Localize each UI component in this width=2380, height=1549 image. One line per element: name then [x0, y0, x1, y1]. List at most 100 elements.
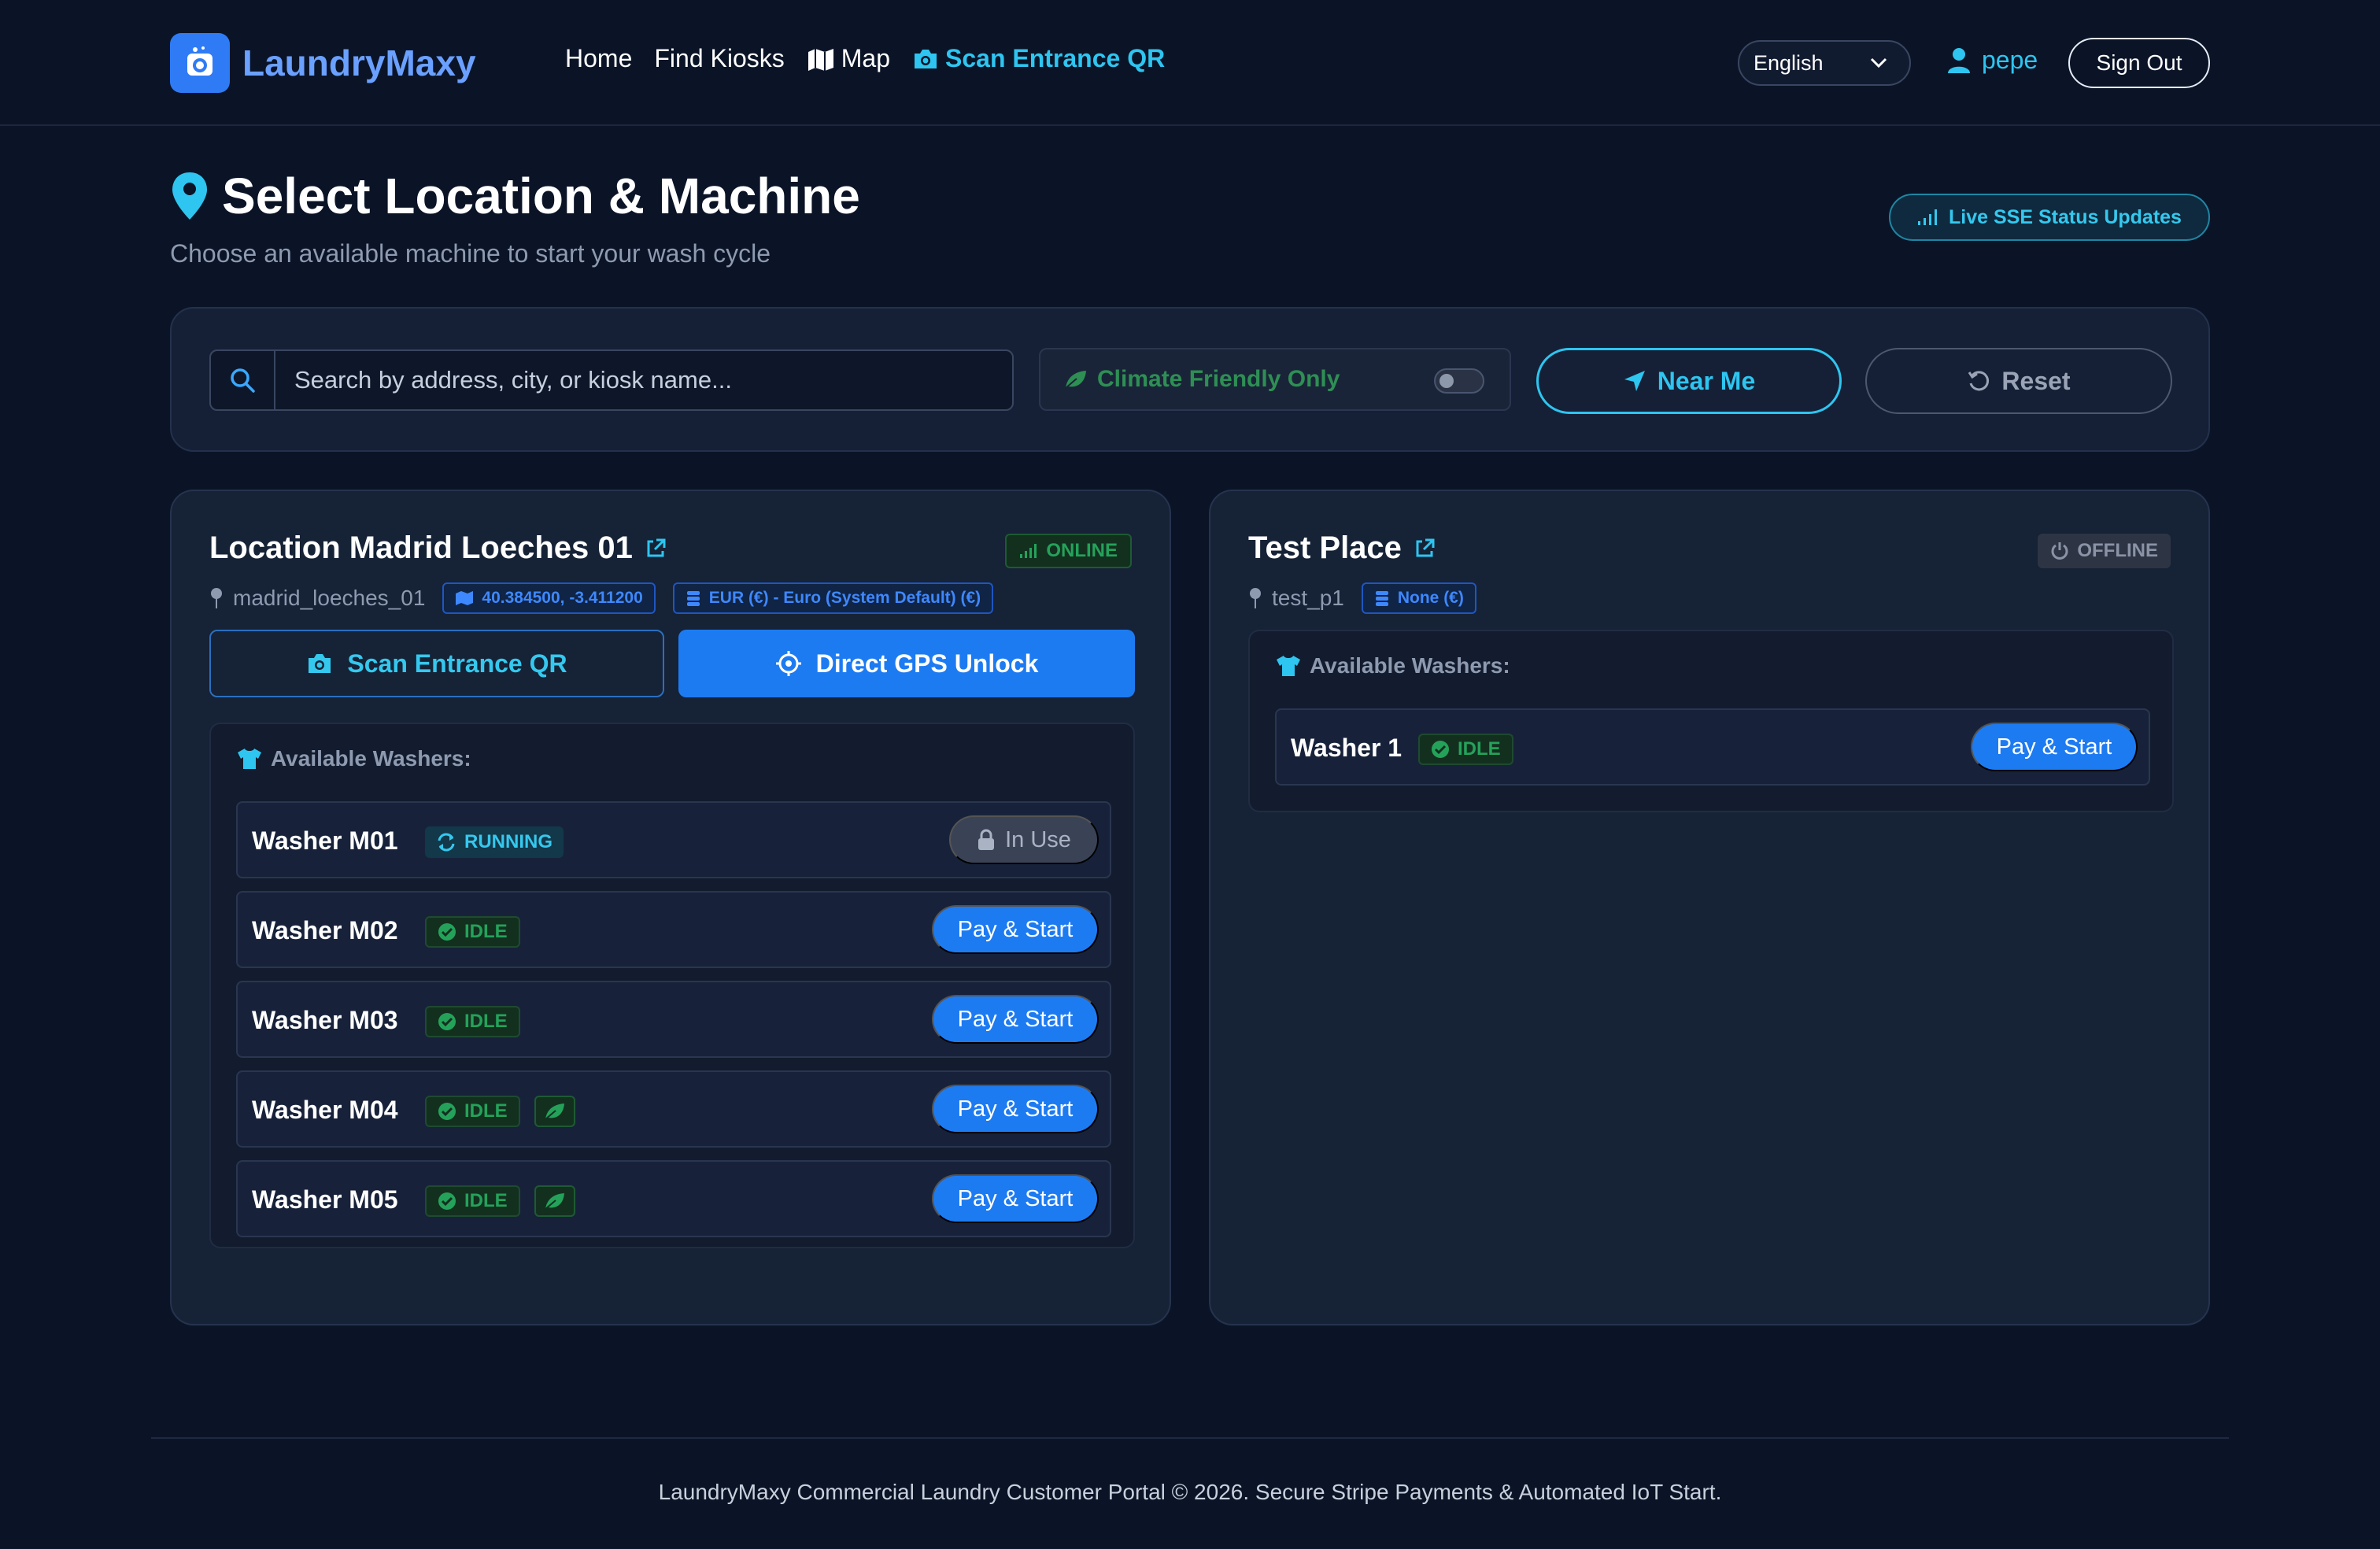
in-use-label: In Use	[1005, 826, 1071, 852]
status-badge-running: RUNNING	[425, 826, 564, 858]
pay-and-start-button[interactable]: Pay & Start	[932, 1174, 1099, 1223]
language-select[interactable]: English	[1738, 40, 1911, 86]
pay-and-start-button[interactable]: Pay & Start	[932, 995, 1099, 1044]
camera-icon	[915, 49, 937, 68]
top-navbar: LaundryMaxy Home Find Kiosks Map Scan En…	[0, 0, 2380, 126]
map-icon	[808, 48, 833, 71]
coins-icon	[1375, 591, 1388, 606]
leaf-icon	[1065, 371, 1086, 389]
washer-row: Washer M05 IDLE Pay & Start	[236, 1160, 1111, 1237]
location-arrow-icon	[1624, 371, 1645, 391]
washer-row: Washer 1 IDLE Pay & Start	[1275, 708, 2150, 786]
page-subtitle: Choose an available machine to start you…	[170, 239, 771, 268]
brand[interactable]: LaundryMaxy	[170, 33, 476, 93]
direct-gps-unlock-label: Direct GPS Unlock	[815, 649, 1039, 678]
washer-row: Washer M03 IDLE Pay & Start	[236, 981, 1111, 1058]
status-badge-offline: OFFLINE	[2038, 534, 2171, 568]
check-circle-icon	[438, 1192, 456, 1210]
user-menu[interactable]: pepe	[1947, 46, 2038, 75]
washer-name: Washer M02	[252, 916, 398, 945]
signal-icon	[1918, 209, 1938, 225]
location-id: madrid_loeches_01	[209, 586, 425, 611]
washers-heading: Available Washers:	[1275, 653, 1510, 678]
climate-friendly-filter[interactable]: Climate Friendly Only	[1039, 348, 1511, 411]
currency-tag: None (€)	[1361, 582, 1476, 614]
washer-badges: IDLE	[425, 916, 520, 948]
location-card-test-place: Test Place OFFLINE test_p1 None (€) Avai…	[1209, 490, 2210, 1325]
washer-name: Washer M01	[252, 826, 398, 855]
climate-friendly-toggle[interactable]	[1434, 368, 1484, 394]
page-title: Select Location & Machine	[222, 168, 860, 224]
washers-list: Available Washers: Washer M01 RUNNING In…	[209, 723, 1135, 1248]
check-circle-icon	[438, 1103, 456, 1120]
washer-badges: RUNNING	[425, 826, 564, 858]
reset-button[interactable]: Reset	[1865, 348, 2172, 414]
nav-home[interactable]: Home	[565, 44, 632, 73]
nav-scan-entrance-qr[interactable]: Scan Entrance QR	[912, 44, 1165, 73]
status-label: OFFLINE	[2077, 540, 2158, 561]
currency-text: EUR (€) - Euro (System Default) (€)	[708, 589, 981, 607]
eco-badge	[534, 1096, 575, 1127]
nav-map[interactable]: Map	[807, 44, 890, 73]
washers-list: Available Washers: Washer 1 IDLE Pay & S…	[1248, 630, 2174, 812]
camera-icon	[309, 654, 331, 673]
status-label: IDLE	[464, 1011, 508, 1032]
near-me-button[interactable]: Near Me	[1536, 348, 1842, 414]
check-circle-icon	[438, 1013, 456, 1030]
location-title[interactable]: Location Madrid Loeches 01	[209, 531, 666, 566]
crosshair-icon	[775, 651, 801, 676]
washer-badges: IDLE	[425, 1096, 575, 1127]
scan-entrance-qr-label: Scan Entrance QR	[347, 649, 567, 678]
status-badge-idle: IDLE	[425, 1096, 520, 1127]
washer-name: Washer M04	[252, 1096, 398, 1124]
pin-icon	[211, 588, 222, 608]
eco-badge	[534, 1185, 575, 1217]
direct-gps-unlock-button[interactable]: Direct GPS Unlock	[678, 630, 1135, 697]
sign-out-button[interactable]: Sign Out	[2068, 38, 2210, 88]
search-field	[209, 349, 1014, 411]
pin-icon	[1250, 588, 1261, 608]
map-icon	[456, 591, 474, 605]
username: pepe	[1982, 46, 2038, 74]
washers-heading-text: Available Washers:	[271, 746, 471, 771]
reset-label: Reset	[2001, 366, 2071, 395]
location-title[interactable]: Test Place	[1248, 531, 1435, 566]
location-meta: madrid_loeches_01 40.384500, -3.411200 E…	[209, 582, 994, 614]
check-circle-icon	[1432, 741, 1449, 758]
external-link-icon	[647, 538, 666, 556]
in-use-button[interactable]: In Use	[949, 815, 1099, 864]
map-pin-icon	[172, 172, 207, 220]
sync-icon	[438, 833, 455, 852]
search-icon-box	[211, 351, 275, 409]
coordinates-tag[interactable]: 40.384500, -3.411200	[442, 582, 656, 614]
status-badge-idle: IDLE	[425, 916, 520, 948]
page-title-row: Select Location & Machine	[170, 167, 860, 225]
washer-badges: IDLE	[425, 1006, 520, 1037]
brand-name: LaundryMaxy	[242, 43, 476, 83]
leaf-icon	[545, 1193, 564, 1210]
filter-bar: Climate Friendly Only Near Me Reset	[170, 307, 2210, 452]
pay-and-start-button[interactable]: Pay & Start	[932, 1085, 1099, 1133]
search-input[interactable]	[275, 351, 1012, 409]
washing-machine-logo-icon	[170, 33, 230, 93]
chevron-down-icon	[1870, 57, 1887, 68]
language-selected: English	[1754, 50, 1824, 75]
location-name: Test Place	[1248, 531, 1402, 565]
status-badge-idle: IDLE	[425, 1006, 520, 1037]
status-label: RUNNING	[464, 831, 552, 852]
scan-entrance-qr-button[interactable]: Scan Entrance QR	[209, 630, 664, 697]
reset-icon	[1968, 371, 1990, 391]
location-name: Location Madrid Loeches 01	[209, 531, 633, 565]
near-me-label: Near Me	[1657, 366, 1756, 395]
pay-and-start-button[interactable]: Pay & Start	[932, 905, 1099, 954]
power-icon	[2051, 542, 2068, 560]
coordinates-text: 40.384500, -3.411200	[482, 589, 643, 607]
leaf-icon	[545, 1104, 564, 1120]
external-link-icon	[1416, 538, 1435, 556]
pay-and-start-button[interactable]: Pay & Start	[1971, 723, 2138, 771]
footer-divider	[151, 1437, 2229, 1439]
location-card-madrid: Location Madrid Loeches 01 ONLINE madrid…	[170, 490, 1171, 1325]
nav-find-kiosks[interactable]: Find Kiosks	[654, 44, 784, 73]
status-badge-idle: IDLE	[1418, 734, 1513, 765]
washer-badges: IDLE	[425, 1185, 575, 1217]
